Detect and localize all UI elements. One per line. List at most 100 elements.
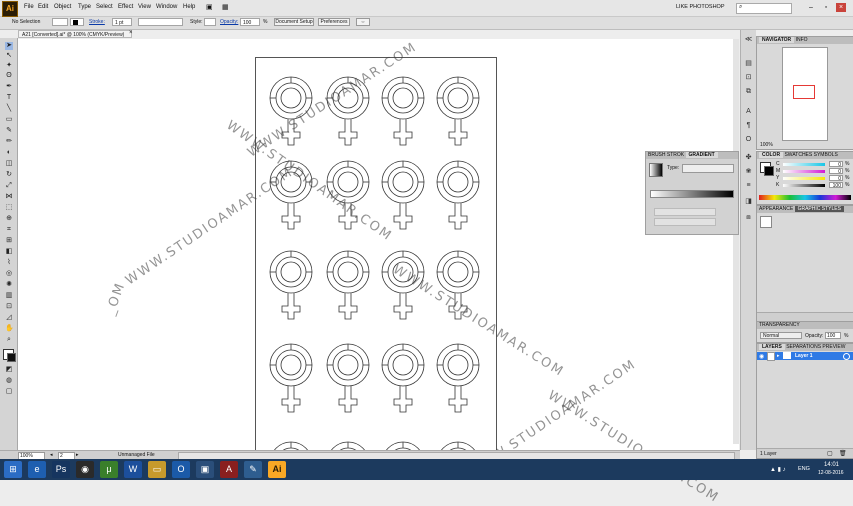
tab-navigator[interactable]: NAVIGATOR (759, 37, 795, 43)
expand-triangle-icon[interactable]: ▸ (777, 353, 780, 359)
gradient-preview[interactable] (649, 163, 663, 177)
color-spectrum[interactable] (759, 195, 851, 200)
stroke-swatch[interactable] (70, 18, 84, 26)
layer-name[interactable]: Layer 1 (795, 353, 813, 359)
free-transform-tool-icon[interactable]: ⬚ (5, 204, 13, 212)
search-input[interactable]: ⌕ (736, 3, 792, 14)
blend-mode-dropdown[interactable]: Normal (760, 332, 802, 339)
eyedropper-tool-icon[interactable]: ⌇ (5, 259, 13, 267)
close-tab-icon[interactable]: × (129, 30, 133, 36)
transparency-panel-header[interactable]: TRANSPARENCY (757, 322, 853, 329)
document-tab[interactable]: A21 [Converted].ai* @ 100% (CMYK/Preview… (18, 30, 132, 38)
workspace-switcher[interactable]: LIKE PHOTOSHOP (676, 4, 725, 10)
delete-layer-icon[interactable]: 🗑 (839, 450, 847, 457)
style-dropdown[interactable] (204, 18, 216, 26)
menu-select[interactable]: Select (96, 4, 113, 10)
tab-separations-preview[interactable]: SEPARATIONS PREVIEW (786, 344, 845, 350)
scale-tool-icon[interactable]: ⤢ (5, 182, 13, 190)
layers-icon[interactable]: ▤ (744, 60, 753, 68)
clock-time[interactable]: 14:01 (824, 462, 839, 468)
input-language[interactable]: ENG (798, 466, 810, 472)
artwork-symbol[interactable] (381, 160, 425, 230)
links-icon[interactable]: ⧉ (744, 88, 753, 96)
navigator-zoom[interactable]: 100% (760, 142, 773, 148)
align-icon[interactable]: ⇔ (356, 18, 370, 26)
direct-selection-tool-icon[interactable]: ↖ (5, 52, 13, 60)
photoshop-icon[interactable]: Ps (52, 461, 70, 478)
artwork-symbol[interactable] (436, 160, 480, 230)
artboard-tool-icon[interactable]: ⊡ (5, 303, 13, 311)
tray-icons[interactable]: ▲ ▮ ♪ (770, 466, 786, 473)
channel-value[interactable]: 0 (829, 168, 843, 175)
previous-artboard-icon[interactable]: ◂ (50, 452, 53, 458)
opacity-field[interactable]: 100 (240, 18, 260, 26)
tab-swatches[interactable]: SWATCHES (784, 152, 812, 158)
next-artboard-icon[interactable]: ▸ (76, 452, 79, 458)
artwork-symbol[interactable] (436, 76, 480, 146)
folder-icon[interactable]: ▭ (148, 461, 166, 478)
pen-tool-icon[interactable]: ✒ (5, 83, 13, 91)
align-panel-icon[interactable]: ≡ (744, 182, 753, 190)
shape-builder-tool-icon[interactable]: ⊕ (5, 215, 13, 223)
tab-layers[interactable]: LAYERS (759, 344, 785, 350)
gradient-tool-icon[interactable]: ◧ (5, 248, 13, 256)
color-stroke-icon[interactable] (764, 166, 774, 176)
word-icon[interactable]: W (124, 461, 142, 478)
navigator-thumbnail[interactable] (782, 47, 828, 141)
pencil-tool-icon[interactable]: ✏ (5, 138, 13, 146)
channel-value[interactable]: 100 (829, 182, 843, 189)
arrange-documents-icon[interactable]: ▦ (222, 3, 229, 11)
menu-edit[interactable]: Edit (38, 4, 48, 10)
tab-brush[interactable]: BRUSH (648, 152, 666, 158)
navigator-view-box[interactable] (793, 85, 815, 99)
tab-stroke[interactable]: STROK (667, 152, 684, 158)
rectangle-tool-icon[interactable]: ▭ (5, 116, 13, 124)
brushes-icon[interactable]: ✤ (744, 154, 753, 162)
preferences-button[interactable]: Preferences (318, 18, 350, 26)
menu-view[interactable]: View (138, 4, 151, 10)
channel-slider[interactable] (783, 170, 825, 173)
color-mode-icon[interactable]: ◩ (5, 366, 13, 374)
tab-gradient[interactable]: GRADIENT (685, 152, 718, 158)
slice-tool-icon[interactable]: ◿ (5, 314, 13, 322)
channel-value[interactable]: 0 (829, 161, 843, 168)
tab-color[interactable]: COLOR (759, 152, 784, 158)
layer-row[interactable]: ◉ ▸ Layer 1 (757, 352, 853, 361)
fill-swatch[interactable] (52, 18, 68, 26)
paintbrush-tool-icon[interactable]: ✎ (5, 127, 13, 135)
hand-tool-icon[interactable]: ✋ (5, 325, 14, 333)
magic-wand-tool-icon[interactable]: ✦ (5, 62, 13, 70)
minimize-icon[interactable]: – (806, 3, 816, 12)
target-icon[interactable] (843, 353, 850, 360)
transparency-opacity-field[interactable]: 100 (825, 332, 841, 339)
artwork-symbol[interactable] (269, 343, 313, 413)
symbol-sprayer-tool-icon[interactable]: ✺ (5, 281, 13, 289)
width-tool-icon[interactable]: ⋈ (5, 193, 13, 201)
drawing-mode-icon[interactable]: ◍ (5, 377, 13, 385)
gradient-type-dropdown[interactable] (682, 164, 734, 173)
illustrator-icon[interactable]: Ai (268, 461, 286, 478)
zoom-tool-icon[interactable]: ⌕ (5, 336, 13, 344)
blob-brush-tool-icon[interactable]: ◐ (5, 149, 13, 157)
opentype-icon[interactable]: O (744, 136, 753, 144)
menu-window[interactable]: Window (156, 4, 177, 10)
menu-object[interactable]: Object (54, 4, 71, 10)
eraser-tool-icon[interactable]: ◫ (5, 160, 13, 168)
acrobat-icon[interactable]: A (220, 461, 238, 478)
utorrent-icon[interactable]: μ (100, 461, 118, 478)
collapse-panels-icon[interactable]: ≪ (744, 36, 753, 44)
symbols-icon[interactable]: ❀ (744, 168, 753, 176)
menu-help[interactable]: Help (183, 4, 195, 10)
variable-width-dropdown[interactable] (138, 18, 183, 26)
artwork-symbol[interactable] (326, 343, 370, 413)
blend-tool-icon[interactable]: ◎ (5, 270, 13, 278)
lock-toggle-icon[interactable] (767, 352, 775, 361)
stroke-label[interactable]: Stroke: (89, 19, 105, 25)
mesh-tool-icon[interactable]: ⊞ (5, 237, 13, 245)
tab-symbols[interactable]: SYMBOLS (814, 152, 838, 158)
maximize-icon[interactable]: ▫ (821, 3, 831, 12)
channel-slider[interactable] (783, 184, 825, 187)
vertical-scrollbar[interactable] (733, 39, 739, 444)
tab-appearance[interactable]: APPEARANCE (759, 206, 793, 212)
pathfinder-icon[interactable]: ⧈ (744, 214, 753, 222)
